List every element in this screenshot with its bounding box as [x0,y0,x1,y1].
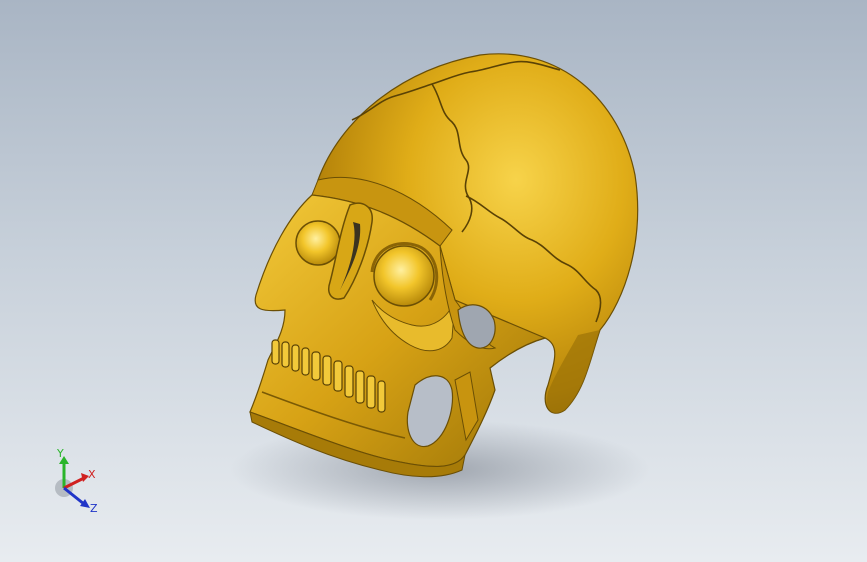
tooth [301,347,310,376]
right-eye-socket [373,245,435,307]
tooth [377,380,386,413]
tooth [355,370,365,404]
tooth [344,365,354,398]
z-axis-label: Z [90,502,98,515]
tooth [271,339,280,365]
x-axis-label: X [88,468,96,481]
tooth [281,341,290,368]
coordinate-triad: Y X Z [55,448,98,515]
tooth [291,344,300,372]
tooth [311,351,321,381]
left-eye-socket [295,220,341,266]
tooth [333,360,343,392]
skull-model[interactable] [0,0,867,562]
tooth [366,375,376,409]
y-axis-label: Y [56,448,64,460]
tooth [322,355,332,386]
graphics-viewport[interactable]: Y X Z [0,0,867,562]
